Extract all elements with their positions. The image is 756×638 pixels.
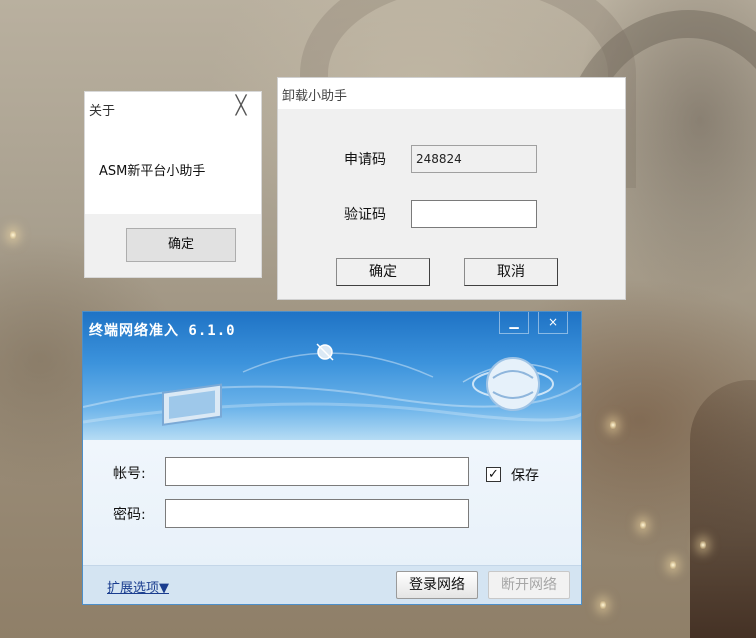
close-icon[interactable]: ×: [538, 312, 568, 334]
login-form: 帐号: ✓ 保存 密码:: [83, 440, 581, 568]
satellite-icon: [316, 343, 334, 361]
uninstall-title: 卸载小助手: [282, 89, 348, 104]
about-titlebar[interactable]: 关于 ╳: [85, 92, 261, 124]
background-candle: [670, 560, 676, 570]
save-checkbox[interactable]: ✓: [486, 467, 501, 482]
uninstall-ok-button[interactable]: 确定: [336, 258, 430, 286]
disconnect-network-button[interactable]: 断开网络: [488, 571, 570, 599]
account-input[interactable]: [165, 457, 469, 486]
save-label[interactable]: 保存: [511, 465, 539, 485]
monitor-icon: [162, 383, 222, 426]
password-label: 密码:: [113, 507, 146, 523]
account-label: 帐号:: [113, 466, 146, 482]
background-candle: [10, 230, 16, 240]
about-body: ASM新平台小助手: [85, 124, 261, 214]
about-dialog: 关于 ╳ ASM新平台小助手 确定: [84, 91, 262, 278]
background-figure: [690, 380, 756, 638]
background-candle: [610, 420, 616, 430]
window-title: 终端网络准入 6.1.0: [89, 323, 236, 339]
uninstall-dialog: 卸载小助手 申请码 验证码 确定 取消: [277, 77, 626, 300]
verify-code-label: 验证码: [344, 207, 386, 223]
login-network-button[interactable]: 登录网络: [396, 571, 478, 599]
desktop-background: 关于 ╳ ASM新平台小助手 确定 卸载小助手 申请码 验证码 确定 取消: [0, 0, 756, 638]
login-footer: 扩展选项▼ 登录网络 断开网络: [83, 565, 581, 604]
request-code-label: 申请码: [344, 152, 386, 168]
verify-code-input[interactable]: [411, 200, 537, 228]
uninstall-cancel-button[interactable]: 取消: [464, 258, 558, 286]
about-message: ASM新平台小助手: [99, 164, 206, 179]
expand-options-link[interactable]: 扩展选项▼: [107, 577, 169, 596]
background-candle: [600, 600, 606, 610]
minimize-icon[interactable]: ▁: [499, 312, 529, 334]
password-input[interactable]: [165, 499, 469, 528]
network-access-window: 终端网络准入 6.1.0 ▁ × 帐号: ✓ 保存 密码: 扩展选项▼ 登录网络…: [82, 311, 582, 605]
background-candle: [640, 520, 646, 530]
request-code-field[interactable]: [411, 145, 537, 173]
close-icon[interactable]: ╳: [231, 96, 251, 116]
uninstall-titlebar[interactable]: 卸载小助手: [278, 78, 625, 109]
about-ok-button[interactable]: 确定: [126, 228, 236, 262]
login-banner[interactable]: 终端网络准入 6.1.0 ▁ ×: [83, 312, 581, 440]
about-title: 关于: [89, 104, 116, 119]
background-candle: [700, 540, 706, 550]
